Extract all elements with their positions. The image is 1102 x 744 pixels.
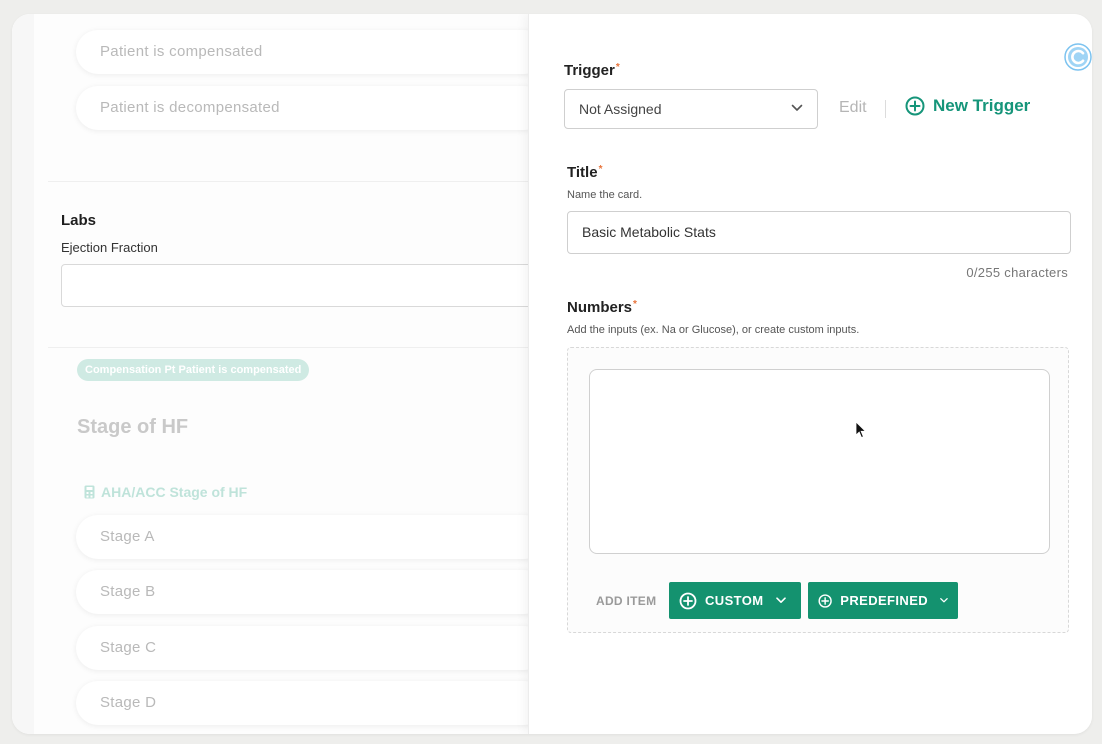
title-label: Title*: [567, 164, 602, 181]
title-help-text: Name the card.: [567, 189, 643, 201]
trigger-label: Trigger*: [564, 62, 620, 79]
background-form-panel: Patient is compensated Patient is decomp…: [12, 14, 530, 734]
chevron-down-icon: [940, 598, 948, 603]
calculator-icon: [84, 485, 95, 499]
mouse-cursor-icon: [855, 421, 867, 439]
title-label-text: Title: [567, 164, 598, 181]
numbers-help-text: Add the inputs (ex. Na or Glucose), or c…: [567, 324, 860, 336]
app-logo-icon[interactable]: [1063, 42, 1093, 72]
aha-acc-calculator-link[interactable]: AHA/ACC Stage of HF: [84, 484, 247, 500]
plus-circle-icon: [818, 593, 832, 608]
numbers-drop-zone: ADD ITEM CUSTOM PREDEFINED: [567, 347, 1069, 633]
new-trigger-label: New Trigger: [933, 96, 1031, 115]
stage-option-b[interactable]: Stage B: [76, 570, 530, 614]
card-editor-drawer: Trigger* Not Assigned Edit New Trigger T…: [528, 14, 1092, 734]
compensation-badge: Compensation Pt Patient is compensated: [77, 359, 310, 381]
numbers-label-text: Numbers: [567, 299, 633, 316]
option-decompensated[interactable]: Patient is decompensated: [76, 86, 530, 130]
add-predefined-button[interactable]: PREDEFINED: [808, 582, 958, 619]
add-custom-button[interactable]: CUSTOM: [669, 582, 801, 619]
required-mark: *: [615, 62, 620, 73]
predefined-button-label: PREDEFINED: [840, 593, 929, 608]
trigger-selected-value: Not Assigned: [579, 101, 662, 117]
vertical-separator: [885, 100, 886, 118]
trigger-select[interactable]: Not Assigned: [564, 89, 818, 129]
trigger-label-text: Trigger: [564, 62, 615, 79]
required-mark: *: [633, 299, 637, 310]
chevron-down-icon: [775, 597, 786, 603]
required-mark: *: [598, 164, 603, 175]
numbers-label: Numbers*: [567, 299, 637, 316]
labs-section-title: Labs: [61, 212, 97, 229]
title-input[interactable]: Basic Metabolic Stats: [567, 211, 1071, 254]
plus-circle-icon: [905, 96, 925, 116]
title-char-count: 0/255 characters: [966, 265, 1068, 280]
section-divider: [48, 347, 530, 348]
ejection-fraction-input[interactable]: [61, 264, 530, 307]
option-compensated[interactable]: Patient is compensated: [76, 30, 530, 74]
calculator-link-label: AHA/ACC Stage of HF: [101, 484, 248, 500]
chevron-down-icon: [791, 104, 803, 111]
add-item-label: ADD ITEM: [596, 594, 657, 608]
new-trigger-button[interactable]: New Trigger: [905, 96, 1030, 116]
numbers-items-list[interactable]: [589, 369, 1050, 554]
section-divider: [48, 181, 530, 182]
stage-option-a[interactable]: Stage A: [76, 515, 530, 559]
left-gutter: [12, 14, 34, 734]
stage-of-hf-heading: Stage of HF: [77, 416, 189, 438]
plus-circle-icon: [679, 592, 697, 609]
custom-button-label: CUSTOM: [705, 593, 764, 608]
edit-trigger-link[interactable]: Edit: [839, 99, 867, 117]
stage-option-c[interactable]: Stage C: [76, 626, 530, 670]
stage-option-d[interactable]: Stage D: [76, 681, 530, 725]
app-window: Patient is compensated Patient is decomp…: [12, 14, 1092, 734]
ejection-fraction-label: Ejection Fraction: [61, 240, 158, 255]
